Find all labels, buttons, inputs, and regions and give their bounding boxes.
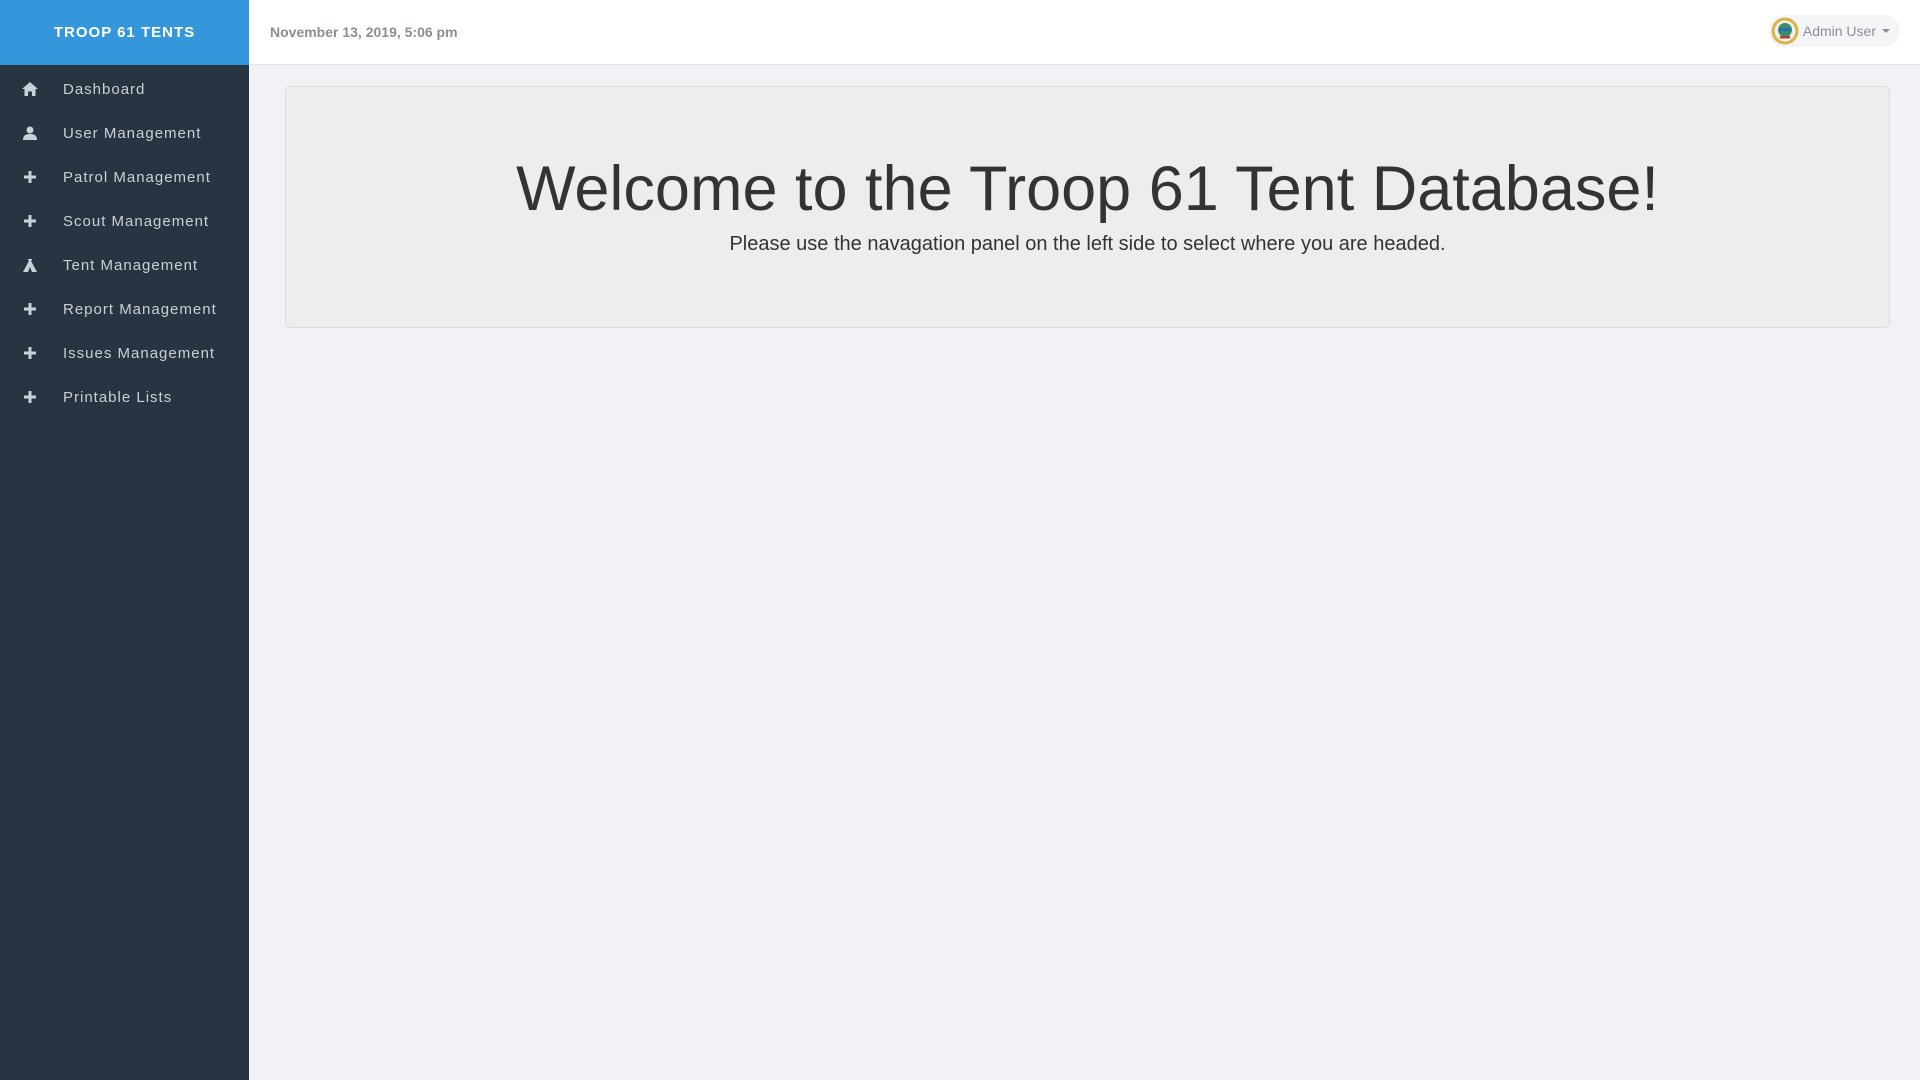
sidebar-item-dashboard[interactable]: Dashboard [0,67,249,111]
home-icon [20,82,40,96]
sidebar-item-user-management[interactable]: User Management [0,111,249,155]
sidebar-item-label: Printable Lists [63,388,173,406]
plus-icon [20,303,40,315]
brand-title[interactable]: TROOP 61 TENTS [0,0,249,65]
plus-icon [20,215,40,227]
chevron-down-icon [1882,29,1890,33]
user-name: Admin User [1802,23,1876,39]
sidebar-item-label: Issues Management [63,344,216,362]
page-title: Welcome to the Troop 61 Tent Database! [516,154,1659,224]
user-icon [20,126,40,140]
sidebar-item-label: Patrol Management [63,168,211,186]
welcome-panel: Welcome to the Troop 61 Tent Database! P… [285,86,1890,328]
welcome-subtitle: Please use the navagation panel on the l… [729,233,1446,256]
sidebar-item-label: User Management [63,124,202,142]
sidebar-item-label: Report Management [63,300,217,318]
sidebar: TROOP 61 TENTS Dashboard User Management… [0,0,249,1080]
plus-icon [20,347,40,359]
sidebar-item-scout-management[interactable]: Scout Management [0,199,249,243]
avatar [1771,17,1799,45]
sidebar-item-printable-lists[interactable]: Printable Lists [0,375,249,419]
sidebar-item-label: Dashboard [63,80,146,98]
user-menu-button[interactable]: Admin User [1768,15,1900,47]
sidebar-item-tent-management[interactable]: Tent Management [0,243,249,287]
sidebar-item-issues-management[interactable]: Issues Management [0,331,249,375]
current-date: November 13, 2019, 5:06 pm [270,24,458,40]
sidebar-item-label: Tent Management [63,256,199,274]
sidebar-nav: Dashboard User Management Patrol Managem… [0,65,249,419]
tent-icon [20,258,40,272]
sidebar-item-label: Scout Management [63,212,210,230]
sidebar-item-report-management[interactable]: Report Management [0,287,249,331]
plus-icon [20,171,40,183]
top-bar: November 13, 2019, 5:06 pm Admin User [249,0,1920,65]
sidebar-item-patrol-management[interactable]: Patrol Management [0,155,249,199]
plus-icon [20,391,40,403]
